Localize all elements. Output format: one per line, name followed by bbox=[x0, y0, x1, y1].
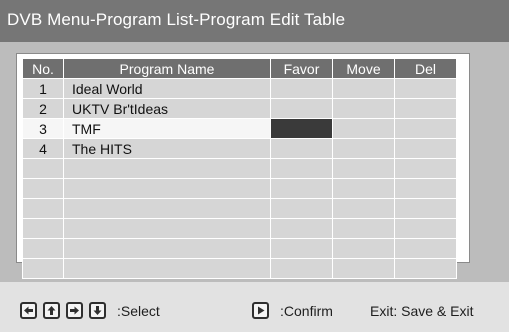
favor-cell[interactable] bbox=[270, 98, 333, 119]
program-name-cell: The HITS bbox=[63, 138, 271, 159]
empty-table-row bbox=[22, 198, 457, 219]
empty-cell bbox=[63, 178, 271, 199]
table-header-row: No. Program Name Favor Move Del bbox=[22, 58, 457, 79]
program-name: The HITS bbox=[72, 140, 132, 157]
page-title: DVB Menu-Program List-Program Edit Table bbox=[7, 10, 346, 29]
program-number: 2 bbox=[22, 98, 64, 119]
program-edit-table: No. Program Name Favor Move Del 1 Ideal … bbox=[22, 58, 457, 279]
empty-table-row bbox=[22, 218, 457, 239]
play-key-icon bbox=[252, 302, 269, 319]
empty-cell bbox=[394, 198, 457, 219]
favor-cell[interactable] bbox=[270, 78, 333, 99]
move-cell[interactable] bbox=[332, 98, 395, 119]
program-name: UKTV Br'tIdeas bbox=[72, 100, 169, 117]
empty-table-row bbox=[22, 178, 457, 199]
program-name: Ideal World bbox=[72, 80, 143, 97]
empty-cell bbox=[270, 198, 333, 219]
column-header-move: Move bbox=[332, 58, 395, 79]
empty-cell bbox=[63, 258, 271, 279]
down-arrow-key-icon bbox=[89, 302, 106, 319]
empty-cell bbox=[270, 258, 333, 279]
move-cell[interactable] bbox=[332, 138, 395, 159]
move-cell[interactable] bbox=[332, 118, 395, 139]
empty-cell bbox=[22, 218, 64, 239]
exit-hint-label: Exit: Save & Exit bbox=[370, 303, 474, 319]
empty-cell bbox=[270, 238, 333, 259]
program-number: 1 bbox=[22, 78, 64, 99]
table-row-selected[interactable]: 3 TMF bbox=[22, 118, 457, 139]
empty-cell bbox=[22, 198, 64, 219]
empty-table-row bbox=[22, 238, 457, 259]
empty-cell bbox=[22, 158, 64, 179]
del-cell[interactable] bbox=[394, 98, 457, 119]
empty-cell bbox=[394, 258, 457, 279]
empty-cell bbox=[63, 158, 271, 179]
column-header-no: No. bbox=[22, 58, 64, 79]
empty-cell bbox=[22, 238, 64, 259]
empty-cell bbox=[394, 238, 457, 259]
select-hint-label: :Select bbox=[117, 303, 160, 319]
del-cell[interactable] bbox=[394, 138, 457, 159]
empty-table-row bbox=[22, 158, 457, 179]
empty-cell bbox=[332, 238, 395, 259]
empty-cell bbox=[332, 218, 395, 239]
empty-cell bbox=[332, 258, 395, 279]
empty-cell bbox=[332, 158, 395, 179]
favor-cell[interactable] bbox=[270, 138, 333, 159]
program-name-cell: Ideal World bbox=[63, 78, 271, 99]
right-arrow-key-icon bbox=[66, 302, 83, 319]
column-header-favor: Favor bbox=[270, 58, 333, 79]
empty-cell bbox=[63, 218, 271, 239]
left-arrow-key-icon bbox=[20, 302, 37, 319]
empty-cell bbox=[332, 178, 395, 199]
del-cell[interactable] bbox=[394, 118, 457, 139]
empty-cell bbox=[394, 178, 457, 199]
empty-cell bbox=[332, 198, 395, 219]
column-header-del: Del bbox=[394, 58, 457, 79]
move-cell[interactable] bbox=[332, 78, 395, 99]
table-row[interactable]: 1 Ideal World bbox=[22, 78, 457, 99]
empty-cell bbox=[394, 158, 457, 179]
empty-cell bbox=[270, 218, 333, 239]
program-number: 4 bbox=[22, 138, 64, 159]
empty-cell bbox=[270, 178, 333, 199]
empty-table-row bbox=[22, 258, 457, 279]
empty-cell bbox=[22, 178, 64, 199]
table-row[interactable]: 4 The HITS bbox=[22, 138, 457, 159]
column-header-program-name: Program Name bbox=[63, 58, 271, 79]
del-cell[interactable] bbox=[394, 78, 457, 99]
program-edit-table-frame: No. Program Name Favor Move Del 1 Ideal … bbox=[16, 53, 470, 279]
program-name-cell: UKTV Br'tIdeas bbox=[63, 98, 271, 119]
program-name: TMF bbox=[72, 120, 101, 137]
favor-cell-selected[interactable] bbox=[270, 118, 333, 139]
empty-cell bbox=[22, 258, 64, 279]
program-name-cell: TMF bbox=[63, 118, 271, 139]
empty-cell bbox=[394, 218, 457, 239]
table-row[interactable]: 2 UKTV Br'tIdeas bbox=[22, 98, 457, 119]
confirm-hint-label: :Confirm bbox=[280, 303, 333, 319]
empty-cell bbox=[270, 158, 333, 179]
program-number: 3 bbox=[22, 118, 64, 139]
title-bar: DVB Menu-Program List-Program Edit Table bbox=[0, 0, 509, 42]
empty-cell bbox=[63, 238, 271, 259]
empty-cell bbox=[63, 198, 271, 219]
up-arrow-key-icon bbox=[43, 302, 60, 319]
